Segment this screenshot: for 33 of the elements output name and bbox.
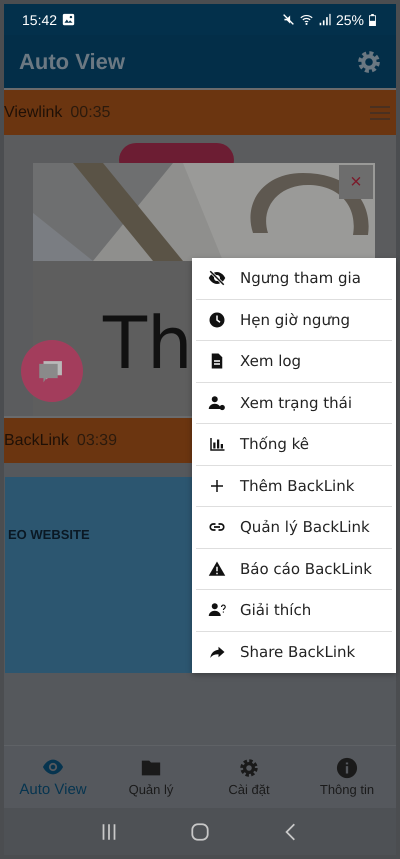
signal-icon — [318, 13, 331, 26]
eye-off-icon — [208, 269, 226, 288]
clock-icon — [208, 310, 226, 329]
settings-icon — [238, 757, 260, 779]
menu-item[interactable]: Hẹn giờ ngưng — [196, 300, 392, 341]
settings-icon[interactable] — [356, 48, 382, 74]
menu-item[interactable]: Xem log — [196, 341, 392, 382]
ad-headline: Th — [103, 303, 193, 383]
battery-level: 25% — [336, 12, 364, 28]
mute-icon — [282, 13, 295, 26]
menu-item[interactable]: Quản lý BackLink — [196, 507, 392, 548]
menu-item[interactable]: Báo cáo BackLink — [196, 548, 392, 590]
battery-icon — [369, 14, 376, 26]
countdown-timer: 00:35 — [70, 104, 110, 122]
info-icon — [336, 757, 358, 779]
banner-heading: EO WEBSITE — [8, 527, 91, 542]
menu-item[interactable]: Thống kê — [196, 424, 392, 466]
bar-chart-icon — [208, 435, 226, 454]
menu-item[interactable]: Ngưng tham gia — [196, 258, 392, 300]
section-title: BackLink — [4, 432, 69, 450]
countdown-timer: 03:39 — [76, 432, 117, 450]
warning-icon — [208, 560, 226, 578]
clock-time: 15:42 — [22, 12, 58, 28]
menu-item[interactable]: Share BackLink — [196, 632, 392, 673]
person-icon — [208, 394, 226, 412]
section-title: Viewlink — [4, 104, 62, 122]
wifi-icon — [300, 13, 313, 26]
home-icon[interactable] — [188, 820, 211, 842]
image-icon — [62, 13, 76, 26]
menu-item[interactable]: Giải thích — [196, 590, 392, 632]
app-title: Auto View — [19, 48, 125, 74]
menu-item[interactable]: Xem trạng thái — [196, 382, 392, 424]
menu-item[interactable]: Thêm BackLink — [196, 466, 392, 507]
